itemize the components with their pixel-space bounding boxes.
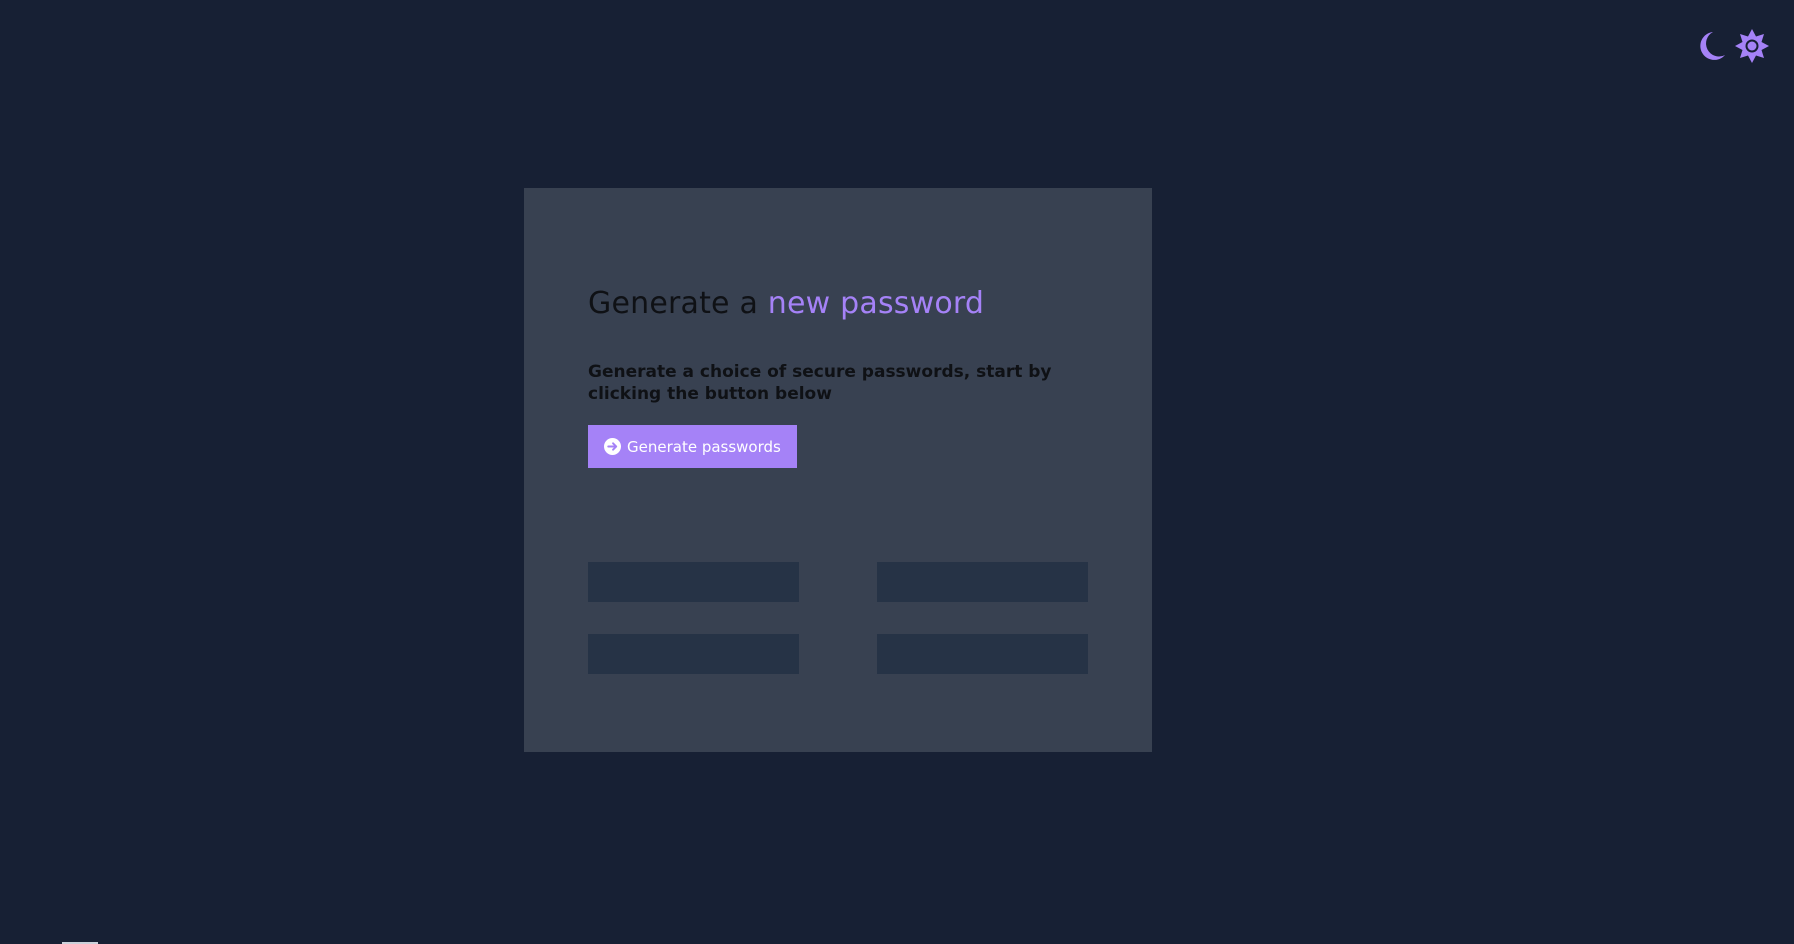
card-content: Generate a new password Generate a choic… — [588, 286, 1088, 468]
sun-icon — [1735, 29, 1769, 63]
moon-icon — [1700, 32, 1725, 60]
light-mode-toggle[interactable] — [1734, 28, 1770, 64]
dark-mode-toggle[interactable] — [1694, 28, 1730, 64]
generate-passwords-label: Generate passwords — [627, 437, 781, 456]
password-slot-1[interactable] — [588, 562, 799, 602]
password-slot-4[interactable] — [877, 634, 1088, 674]
password-slot-3[interactable] — [588, 634, 799, 674]
password-slots — [588, 562, 1088, 674]
page-title: Generate a new password — [588, 286, 1088, 321]
theme-toggles — [1694, 28, 1770, 64]
page-subtitle: Generate a choice of secure passwords, s… — [588, 362, 1052, 404]
title-prefix: Generate a — [588, 286, 768, 321]
password-card: Generate a new password Generate a choic… — [524, 188, 1152, 752]
generate-passwords-button[interactable]: Generate passwords — [588, 425, 797, 468]
arrow-right-circle-icon — [604, 438, 621, 455]
title-accent: new password — [767, 286, 985, 321]
password-slot-2[interactable] — [877, 562, 1088, 602]
